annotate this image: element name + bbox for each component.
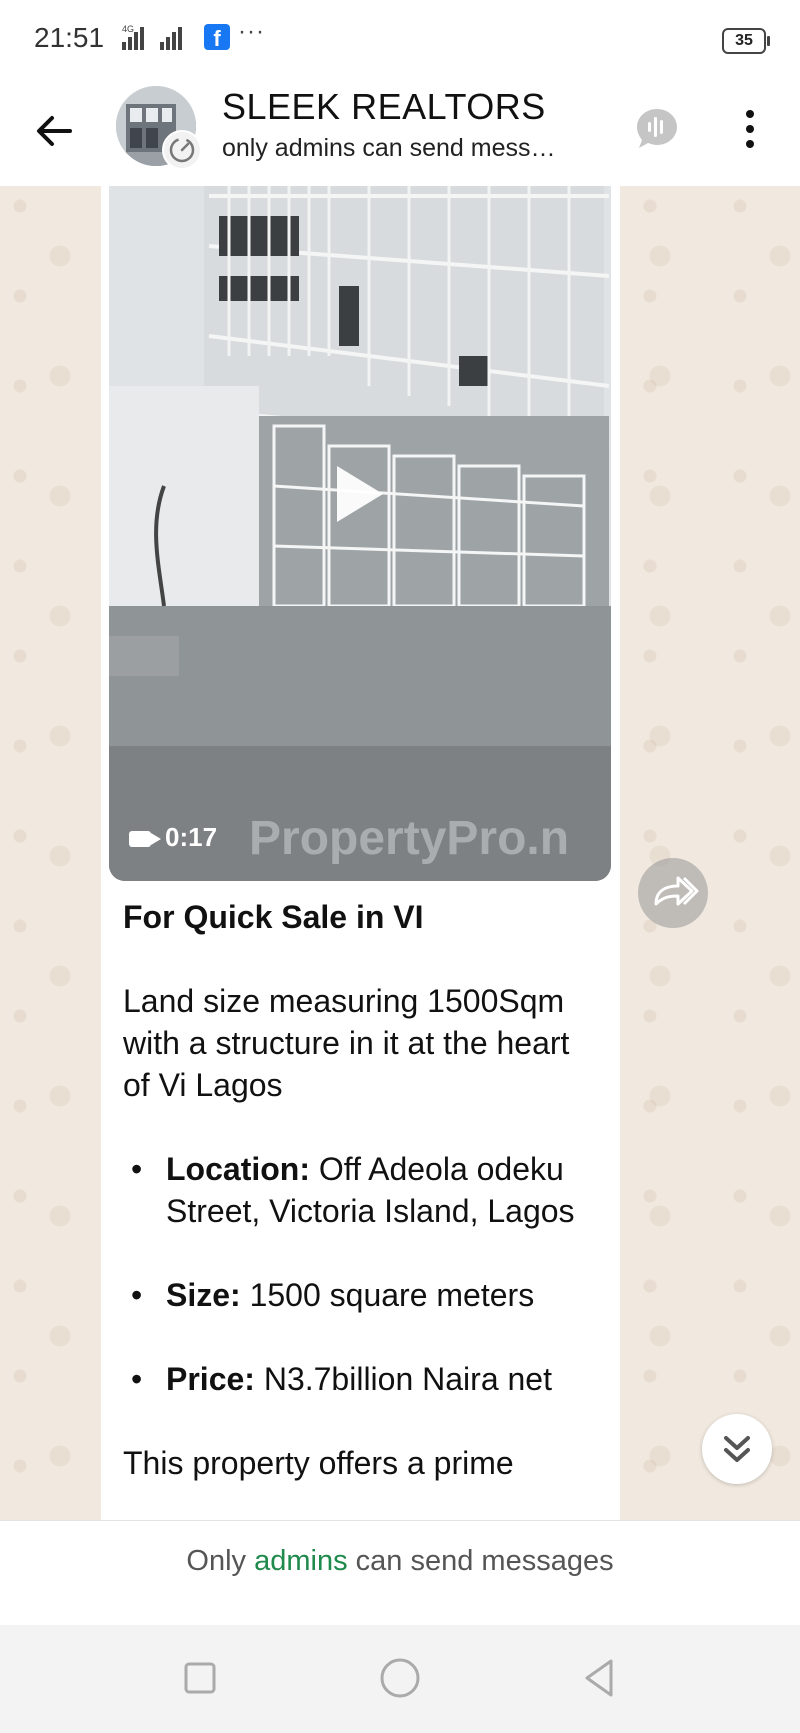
- detail-label: Price:: [166, 1361, 255, 1397]
- message-bubble[interactable]: PropertyPro.n 0:17 For Quick Sale in VI …: [101, 186, 620, 1520]
- forward-icon: [654, 876, 699, 906]
- kebab-menu-icon[interactable]: [738, 104, 762, 154]
- bullet-icon: •: [131, 1361, 143, 1397]
- message-text: For Quick Sale in VI Land size measuring…: [123, 896, 603, 1520]
- circle-nav-icon[interactable]: [377, 1655, 423, 1701]
- message-continuation: This property offers a prime: [123, 1445, 514, 1481]
- video-duration-text: 0:17: [165, 822, 218, 852]
- voice-chat-icon[interactable]: [634, 106, 680, 152]
- back-arrow-icon[interactable]: [30, 106, 80, 156]
- admins-link[interactable]: admins: [254, 1545, 348, 1577]
- triangle-nav-icon[interactable]: [577, 1655, 623, 1701]
- video-camera-icon: [129, 831, 161, 848]
- network-type: 4G: [122, 24, 134, 34]
- detail-value: N3.7billion Naira net: [254, 1361, 552, 1397]
- bullet-icon: •: [131, 1151, 143, 1187]
- list-item-location: • Location: Off Adeola odeku Street, Vict…: [123, 1148, 603, 1232]
- group-title[interactable]: SLEEK REALTORS: [222, 86, 546, 128]
- group-subtitle[interactable]: only admins can send mess…: [222, 134, 602, 163]
- more-notifications-icon: ···: [238, 18, 265, 45]
- detail-label: Location:: [166, 1151, 310, 1187]
- chat-area[interactable]: PropertyPro.n 0:17 For Quick Sale in VI …: [0, 186, 800, 1520]
- forward-button[interactable]: [638, 858, 708, 928]
- chat-header: SLEEK REALTORS only admins can send mess…: [0, 76, 800, 187]
- scroll-down-button[interactable]: [702, 1414, 772, 1484]
- double-chevron-down-icon: [724, 1436, 750, 1462]
- signal-icon: 4G: [122, 24, 182, 50]
- admins-only-notice: Only admins can send messages: [0, 1520, 800, 1626]
- detail-value: 1500 square meters: [240, 1277, 535, 1313]
- system-nav-bar: [0, 1625, 800, 1733]
- notice-suffix: can send messages: [347, 1545, 614, 1577]
- facebook-icon: f: [204, 24, 230, 51]
- detail-label: Size:: [166, 1277, 241, 1313]
- message-intro: Land size measuring 1500Sqm with a struc…: [123, 983, 570, 1103]
- watermark: PropertyPro.n: [249, 812, 570, 865]
- bullet-icon: •: [131, 1277, 143, 1313]
- message-heading: For Quick Sale in VI: [123, 899, 424, 935]
- list-item-price: • Price: N3.7billion Naira net: [123, 1358, 603, 1400]
- notice-prefix: Only: [186, 1545, 255, 1577]
- video-thumbnail: [109, 186, 611, 881]
- play-icon[interactable]: [337, 466, 383, 522]
- square-nav-icon[interactable]: [177, 1655, 223, 1701]
- status-bar: 21:51 4G f ··· 35: [0, 0, 800, 76]
- list-item-size: • Size: 1500 square meters: [123, 1274, 603, 1316]
- video-attachment[interactable]: PropertyPro.n 0:17: [109, 186, 611, 881]
- video-duration: 0:17: [129, 822, 217, 853]
- status-time: 21:51: [34, 22, 105, 53]
- detail-list: • Location: Off Adeola odeku Street, Vict…: [123, 1148, 603, 1400]
- status-timer-badge-icon: [162, 130, 202, 170]
- battery-icon: 35: [722, 28, 770, 54]
